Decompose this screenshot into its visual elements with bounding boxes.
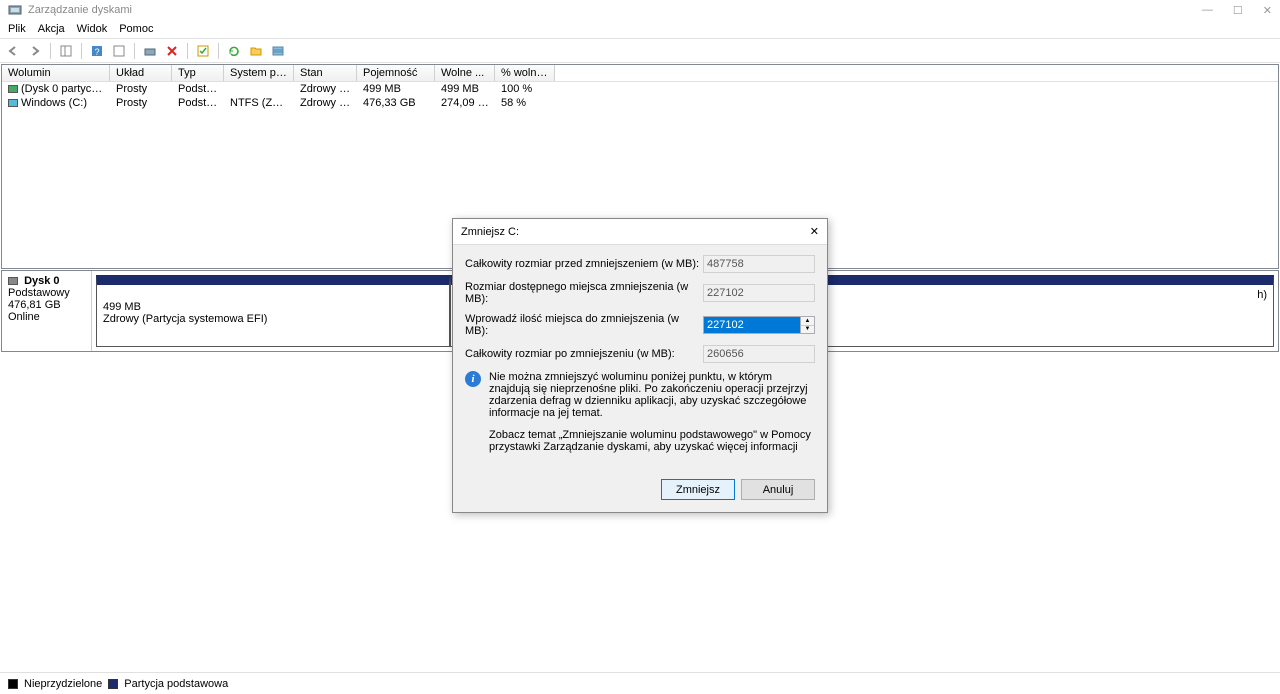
cell-uklad: Prosty — [110, 82, 172, 96]
input-available — [703, 284, 815, 302]
legend-unallocated: Nieprzydzielone — [24, 678, 102, 690]
col-procent[interactable]: % wolnego — [495, 65, 555, 81]
col-pojemnosc[interactable]: Pojemność — [357, 65, 435, 81]
back-icon[interactable] — [4, 42, 22, 60]
info-text-1: Nie można zmniejszyć woluminu poniżej pu… — [489, 371, 815, 419]
menu-widok[interactable]: Widok — [77, 23, 108, 35]
volume-icon — [8, 99, 18, 107]
delete-icon[interactable] — [163, 42, 181, 60]
table-header: Wolumin Układ Typ System plik... Stan Po… — [2, 65, 1278, 82]
cell-wolumin: (Dysk 0 partycja 1) — [21, 83, 110, 95]
spin-up-icon[interactable]: ▲ — [801, 317, 814, 326]
show-hide-icon[interactable] — [57, 42, 75, 60]
legend: Nieprzydzielone Partycja podstawowa — [0, 672, 1280, 694]
cell-uklad: Prosty — [110, 96, 172, 110]
partition-size: 499 MB — [103, 301, 443, 313]
label-total-after: Całkowity rozmiar po zmniejszeniu (w MB)… — [465, 348, 703, 360]
table-row[interactable]: Windows (C:) Prosty Podstaw... NTFS (Zas… — [2, 96, 1278, 110]
spinner[interactable]: ▲▼ — [801, 316, 815, 334]
cell-system — [224, 82, 294, 96]
legend-primary: Partycja podstawowa — [124, 678, 228, 690]
close-button[interactable]: ✕ — [1263, 4, 1272, 17]
label-shrink-amount: Wprowadź ilość miejsca do zmniejszenia (… — [465, 313, 703, 337]
partition-status: Zdrowy (Partycja systemowa EFI) — [103, 313, 443, 325]
cell-wolne: 499 MB — [435, 82, 495, 96]
shrink-button[interactable]: Zmniejsz — [661, 479, 735, 500]
forward-icon[interactable] — [26, 42, 44, 60]
dialog-title: Zmniejsz C: — [461, 226, 519, 238]
cell-typ: Podstaw... — [172, 82, 224, 96]
action-icon[interactable] — [141, 42, 159, 60]
list-icon[interactable] — [269, 42, 287, 60]
col-system[interactable]: System plik... — [224, 65, 294, 81]
label-available: Rozmiar dostępnego miejsca zmniejszenia … — [465, 281, 703, 305]
menu-akcja[interactable]: Akcja — [38, 23, 65, 35]
svg-text:?: ? — [94, 47, 99, 57]
input-total-after — [703, 345, 815, 363]
disk-type: Podstawowy — [8, 287, 85, 299]
spin-down-icon[interactable]: ▼ — [801, 326, 814, 334]
toolbar: ? — [0, 38, 1280, 63]
minimize-button[interactable]: — — [1202, 4, 1213, 17]
folder-icon[interactable] — [247, 42, 265, 60]
app-title: Zarządzanie dyskami — [28, 4, 132, 16]
info-icon: i — [465, 371, 481, 387]
titlebar: Zarządzanie dyskami — ☐ ✕ — [0, 0, 1280, 20]
menubar: Plik Akcja Widok Pomoc — [0, 20, 1280, 38]
refresh-icon[interactable] — [110, 42, 128, 60]
legend-swatch-primary — [108, 679, 118, 689]
maximize-button[interactable]: ☐ — [1233, 4, 1243, 17]
help-icon[interactable]: ? — [88, 42, 106, 60]
legend-swatch-unallocated — [8, 679, 18, 689]
info-text-2: Zobacz temat „Zmniejszanie woluminu pods… — [489, 429, 815, 453]
col-stan[interactable]: Stan — [294, 65, 357, 81]
cell-procent: 100 % — [495, 82, 555, 96]
menu-pomoc[interactable]: Pomoc — [119, 23, 153, 35]
dialog-close-icon[interactable]: ✕ — [810, 225, 819, 238]
cell-stan: Zdrowy (R... — [294, 96, 357, 110]
disk-status: Online — [8, 311, 85, 323]
disk-icon — [8, 277, 18, 285]
disk-size: 476,81 GB — [8, 299, 85, 311]
dialog-titlebar: Zmniejsz C: ✕ — [453, 219, 827, 245]
cell-procent: 58 % — [495, 96, 555, 110]
cell-poj: 476,33 GB — [357, 96, 435, 110]
cell-wolumin: Windows (C:) — [21, 97, 87, 109]
cancel-button[interactable]: Anuluj — [741, 479, 815, 500]
label-total-before: Całkowity rozmiar przed zmniejszeniem (w… — [465, 258, 703, 270]
input-total-before — [703, 255, 815, 273]
menu-plik[interactable]: Plik — [8, 23, 26, 35]
volume-icon — [8, 85, 18, 93]
cell-poj: 499 MB — [357, 82, 435, 96]
disk-info[interactable]: Dysk 0 Podstawowy 476,81 GB Online — [2, 271, 92, 351]
input-shrink-amount[interactable] — [703, 316, 801, 334]
cell-typ: Podstaw... — [172, 96, 224, 110]
app-icon — [8, 3, 22, 17]
cell-wolne: 274,09 GB — [435, 96, 495, 110]
check-icon[interactable] — [194, 42, 212, 60]
cell-stan: Zdrowy (P... — [294, 82, 357, 96]
cell-system: NTFS (Zaszy... — [224, 96, 294, 110]
col-wolne[interactable]: Wolne ... — [435, 65, 495, 81]
col-wolumin[interactable]: Wolumin — [2, 65, 110, 81]
partition-efi[interactable]: 499 MB Zdrowy (Partycja systemowa EFI) — [96, 275, 450, 347]
table-row[interactable]: (Dysk 0 partycja 1) Prosty Podstaw... Zd… — [2, 82, 1278, 96]
shrink-dialog: Zmniejsz C: ✕ Całkowity rozmiar przed zm… — [452, 218, 828, 513]
col-typ[interactable]: Typ — [172, 65, 224, 81]
rescan-icon[interactable] — [225, 42, 243, 60]
disk-name: Dysk 0 — [24, 275, 59, 287]
col-uklad[interactable]: Układ — [110, 65, 172, 81]
